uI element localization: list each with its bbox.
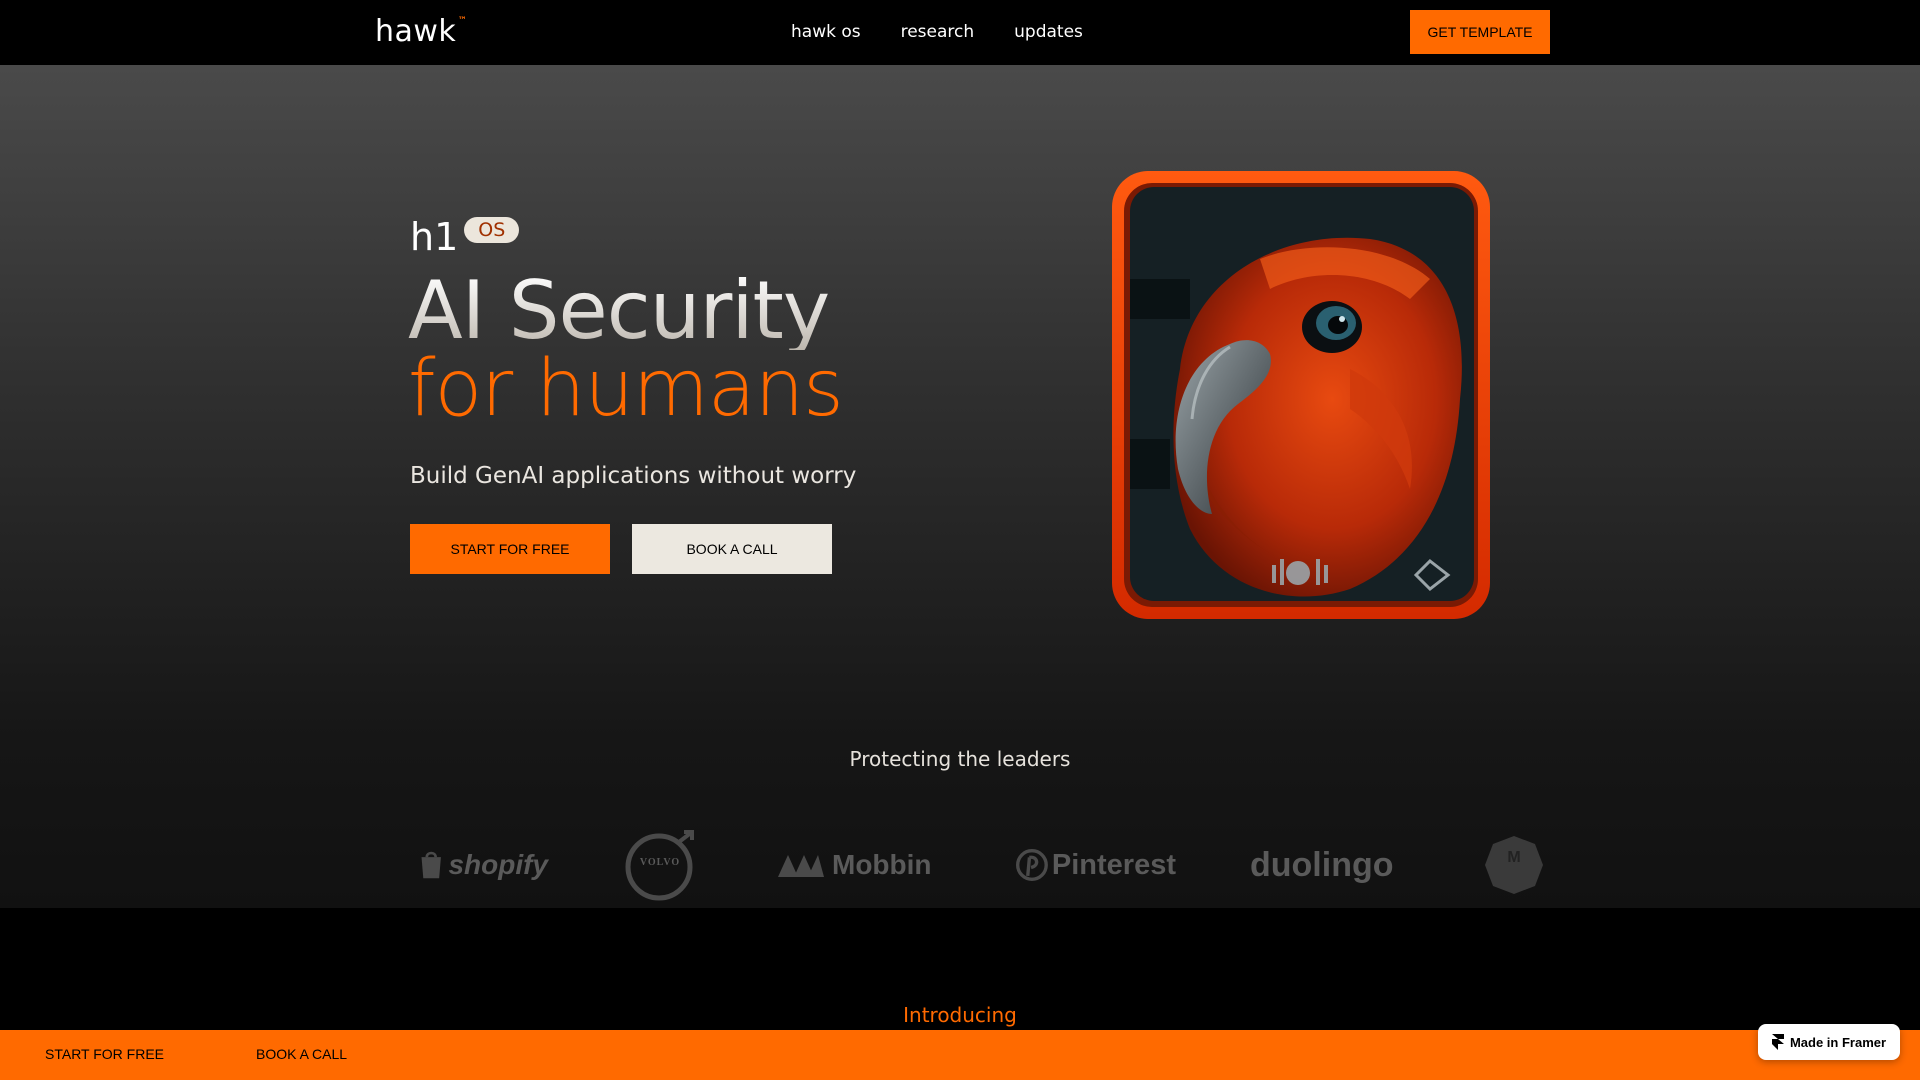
customer-logos: shopify VOLVO Mobbin Pinterest duolingo … (410, 825, 1550, 905)
hero-section: h1 OS AI Security for humans Build GenAI… (0, 65, 1920, 908)
headline-line-2: for humans (408, 344, 844, 434)
made-in-framer-badge[interactable]: Made in Framer (1758, 1024, 1900, 1060)
made-in-framer-label: Made in Framer (1789, 1034, 1887, 1050)
top-nav: hawk ™ hawk os research updates GET TEMPL… (0, 0, 1920, 65)
bar-start-for-free-button[interactable]: START FOR FREE (45, 1046, 164, 1062)
pinterest-wordmark: Pinterest (1051, 848, 1176, 881)
shopify-logo: shopify (418, 825, 548, 905)
framer-icon (1771, 1034, 1784, 1050)
pinterest-logo: Pinterest (1016, 825, 1176, 905)
volvo-wordmark: VOLVO (639, 857, 681, 868)
nav-link-research[interactable]: research (901, 22, 975, 42)
product-tag-prefix: h1 (410, 215, 459, 259)
hero-subhead: Build GenAI applications without worry (410, 463, 857, 489)
volvo-logo: VOLVO (624, 825, 704, 905)
mobbin-wordmark: Mobbin (832, 849, 932, 880)
hero-headline: AI Security for humans (408, 271, 844, 434)
headline-line-1: AI Security (408, 271, 843, 351)
nav-link-hawk-os[interactable]: hawk os (791, 22, 861, 42)
shopify-bag-icon (421, 851, 441, 879)
sticky-cta-bar: START FOR FREE BOOK A CALL (0, 1030, 1920, 1080)
product-tag-pill: OS (464, 217, 520, 243)
logo-text: hawk (375, 14, 457, 49)
book-a-call-button[interactable]: BOOK A CALL (632, 524, 832, 574)
m-badge-logo: M (1482, 825, 1546, 905)
get-template-button[interactable]: GET TEMPLATE (1410, 10, 1550, 54)
pinterest-p-icon (1016, 849, 1048, 881)
nav-links: hawk os research updates (791, 22, 1083, 42)
bar-book-a-call-button[interactable]: BOOK A CALL (256, 1046, 347, 1062)
m-badge-letter: M (1507, 849, 1521, 866)
mobbin-logo: Mobbin (776, 825, 946, 905)
product-tag: h1 OS (410, 215, 520, 259)
shopify-wordmark: shopify (448, 849, 548, 880)
duolingo-wordmark: duolingo (1250, 845, 1394, 884)
mobbin-mark-icon (778, 855, 824, 877)
hawk-card-illustration (1112, 171, 1490, 619)
start-for-free-button[interactable]: START FOR FREE (410, 524, 610, 574)
hawk-logo[interactable]: hawk ™ (375, 14, 467, 49)
protecting-leaders-heading: Protecting the leaders (849, 747, 1071, 771)
introducing-heading: Introducing (903, 1003, 1017, 1027)
duolingo-logo: duolingo (1250, 825, 1400, 905)
nav-link-updates[interactable]: updates (1014, 22, 1083, 42)
trademark-mark: ™ (457, 16, 468, 26)
